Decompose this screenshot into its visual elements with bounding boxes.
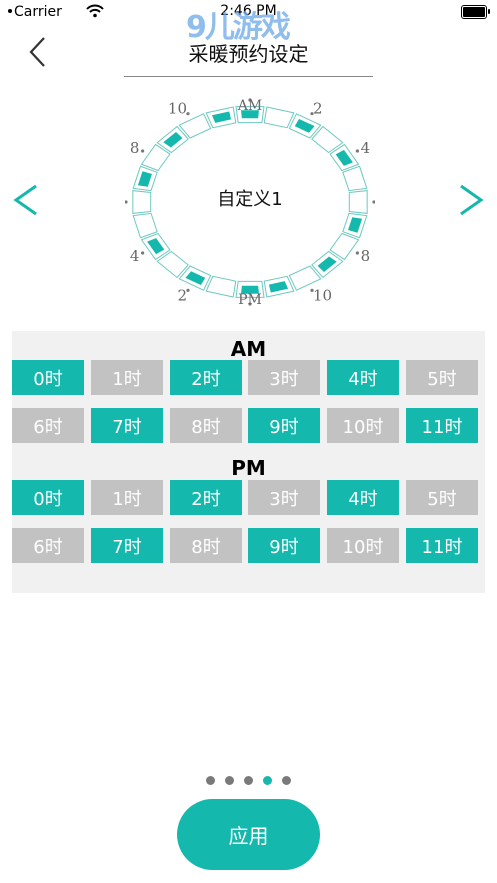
hour-toggle-am-0[interactable]: 0时 <box>12 360 84 395</box>
clock-marker-am: AM <box>237 98 262 114</box>
page-title: 采暖预约设定 <box>188 42 309 66</box>
hour-toggle-pm-6[interactable]: 6时 <box>12 528 84 563</box>
hour-toggle-am-6[interactable]: 6时 <box>12 408 84 443</box>
prev-schedule-button[interactable] <box>8 180 42 220</box>
hour-toggle-am-11[interactable]: 11时 <box>406 408 478 443</box>
ring-tick <box>372 200 375 204</box>
clock-label-right-2: 2 <box>313 99 323 117</box>
hour-toggle-am-5[interactable]: 5时 <box>406 360 478 395</box>
page-indicator[interactable] <box>0 776 497 786</box>
ring-tick <box>355 251 359 255</box>
apply-button[interactable]: 应用 <box>177 799 320 870</box>
clock-label-left-2: 2 <box>177 287 187 305</box>
hour-toggle-pm-7[interactable]: 7时 <box>91 528 163 563</box>
page-dot[interactable] <box>244 776 253 785</box>
page-dot[interactable] <box>206 776 215 785</box>
schedule-panel: AM 0时 1时 2时 3时 4时 5时 6时 7时 8时 9时 10时 11时 PM 0时 1时 2时 3… <box>12 331 485 593</box>
section-header-am: AM <box>230 337 267 361</box>
clock-label-left-8: 8 <box>130 139 140 157</box>
ring-segment <box>205 275 237 298</box>
clock-label-right-8: 8 <box>361 247 371 265</box>
ring-segment <box>263 106 295 129</box>
hour-toggle-pm-9[interactable]: 9时 <box>248 528 320 563</box>
clock-label-right-4: 4 <box>361 139 371 157</box>
hour-toggle-pm-11[interactable]: 11时 <box>406 528 478 563</box>
page-dot[interactable] <box>282 776 291 785</box>
battery-icon <box>461 5 490 19</box>
hour-toggle-am-7[interactable]: 7时 <box>91 408 163 443</box>
ring-tick <box>141 251 145 255</box>
section-header-pm: PM <box>231 456 266 480</box>
arrow-right-icon <box>460 184 484 216</box>
clock-label-left-4: 4 <box>130 247 140 265</box>
schedule-name-label: 自定义1 <box>217 189 283 210</box>
clock-label-left-10: 10 <box>168 99 187 117</box>
ring-segment <box>342 165 368 192</box>
ring-tick <box>125 200 128 204</box>
hour-toggle-pm-4[interactable]: 4时 <box>327 480 399 515</box>
hour-toggle-am-3[interactable]: 3时 <box>248 360 320 395</box>
hour-toggle-pm-0[interactable]: 0时 <box>12 480 84 515</box>
ring-segment <box>132 212 158 239</box>
hour-toggle-am-10[interactable]: 10时 <box>327 408 399 443</box>
title-divider <box>124 76 373 77</box>
hour-toggle-am-1[interactable]: 1时 <box>91 360 163 395</box>
next-schedule-button[interactable] <box>455 180 489 220</box>
arrow-left-icon <box>13 184 37 216</box>
hour-toggle-pm-5[interactable]: 5时 <box>406 480 478 515</box>
back-button[interactable] <box>24 34 54 70</box>
page-dot[interactable] <box>225 776 234 785</box>
hour-toggle-pm-3[interactable]: 3时 <box>248 480 320 515</box>
hour-toggle-pm-8[interactable]: 8时 <box>170 528 242 563</box>
hour-toggle-pm-2[interactable]: 2时 <box>170 480 242 515</box>
chevron-left-icon <box>29 37 45 67</box>
hour-toggle-am-9[interactable]: 9时 <box>248 408 320 443</box>
hour-toggle-am-8[interactable]: 8时 <box>170 408 242 443</box>
ring-segment <box>132 190 152 214</box>
ring-tick <box>355 149 359 153</box>
hour-toggle-pm-10[interactable]: 10时 <box>327 528 399 563</box>
ring-segment <box>348 190 368 214</box>
hour-toggle-pm-1[interactable]: 1时 <box>91 480 163 515</box>
hour-toggle-am-2[interactable]: 2时 <box>170 360 242 395</box>
clock-label-right-10: 10 <box>313 287 332 305</box>
clock-marker-pm: PM <box>238 292 262 308</box>
page-dot[interactable] <box>263 776 272 785</box>
hour-toggle-am-4[interactable]: 4时 <box>327 360 399 395</box>
ring-tick <box>141 149 145 153</box>
